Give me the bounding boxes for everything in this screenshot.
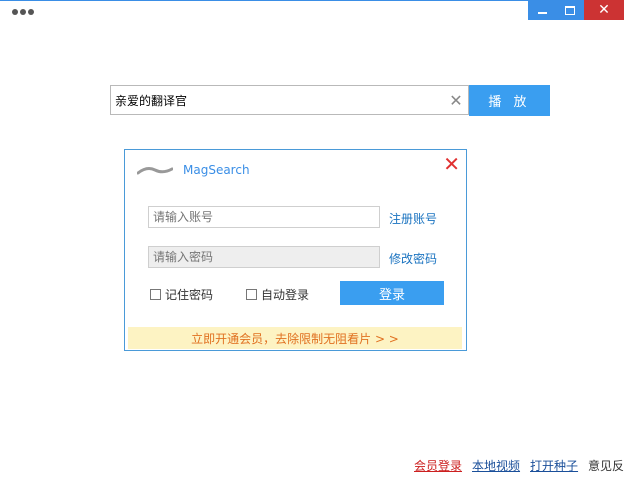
clear-icon[interactable]: ✕	[444, 88, 468, 112]
logo-icon	[137, 167, 173, 175]
search-input[interactable]	[111, 87, 444, 113]
auto-login-checkbox[interactable]: 自动登录	[246, 286, 309, 303]
footer-links: 会员登录 本地视频 打开种子 意见反馈	[414, 457, 624, 474]
dot	[28, 9, 34, 15]
feedback-link[interactable]: 意见反馈	[588, 457, 624, 474]
play-button[interactable]: 播 放	[469, 85, 550, 116]
dialog-title: MagSearch	[183, 163, 250, 177]
open-torrent-link[interactable]: 打开种子	[530, 457, 578, 474]
login-button[interactable]: 登录	[340, 281, 444, 305]
minimize-button[interactable]	[528, 0, 556, 20]
minimize-icon	[537, 11, 547, 14]
dot	[20, 9, 26, 15]
account-input[interactable]	[148, 206, 380, 228]
window-controls: ✕	[528, 0, 624, 20]
close-window-button[interactable]: ✕	[584, 0, 624, 20]
remember-password-label: 记住密码	[165, 288, 214, 302]
close-dialog-icon[interactable]: ✕	[443, 154, 460, 174]
checkbox-box[interactable]	[246, 289, 257, 300]
checkbox-box[interactable]	[150, 289, 161, 300]
local-video-link[interactable]: 本地视频	[472, 457, 520, 474]
menu-dots-icon[interactable]	[12, 9, 34, 15]
search-box: ✕	[110, 85, 469, 115]
vip-login-link[interactable]: 会员登录	[414, 457, 462, 474]
maximize-button[interactable]	[556, 0, 584, 20]
change-password-link[interactable]: 修改密码	[389, 250, 437, 267]
remember-password-checkbox[interactable]: 记住密码	[150, 286, 213, 303]
vip-banner-link[interactable]: 立即开通会员，去除限制无阻看片 > >	[128, 327, 462, 349]
login-dialog: MagSearch ✕ 注册账号 修改密码 记住密码 自动登录 登录 立即开通会…	[124, 149, 467, 351]
password-input[interactable]	[148, 246, 380, 268]
register-link[interactable]: 注册账号	[389, 210, 437, 227]
maximize-icon	[565, 5, 575, 15]
close-icon: ✕	[598, 2, 610, 18]
dot	[12, 9, 18, 15]
auto-login-label: 自动登录	[261, 288, 310, 302]
